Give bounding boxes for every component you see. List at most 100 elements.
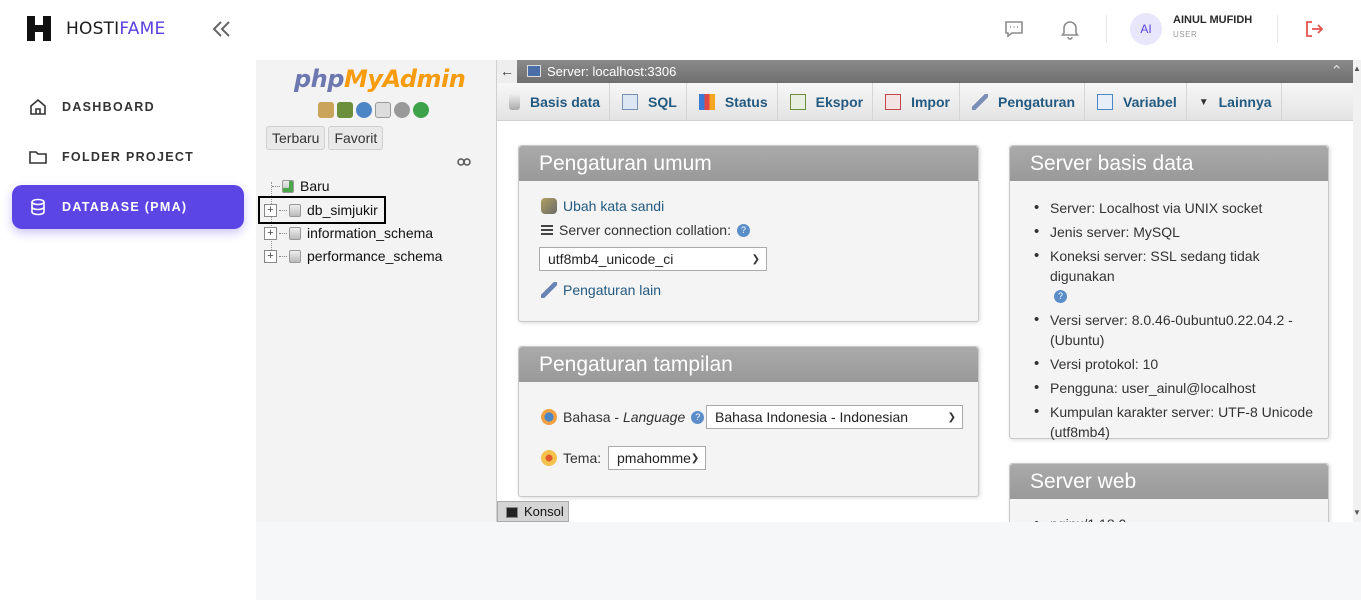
theme-label: Tema: [563, 450, 602, 466]
theme-row: Tema: [541, 450, 601, 466]
tab-databases[interactable]: Basis data [497, 83, 611, 121]
top-bar: HOSTIFAME AI AINUL MUFIDH USER [0, 0, 1361, 60]
tree-item-new[interactable]: Baru [272, 176, 330, 196]
pma-top-menu: Basis data SQL Status Ekspor Impor Penga… [497, 83, 1353, 121]
expand-icon[interactable]: + [264, 226, 277, 240]
list-item: Versi server: 8.0.46-0ubuntu0.22.04.2 - … [1032, 310, 1322, 350]
tree-item-information-schema[interactable]: + information_schema [264, 223, 433, 243]
logout-icon[interactable] [337, 102, 353, 118]
scroll-down-icon[interactable]: ▼ [1353, 508, 1361, 517]
tree-item-performance-schema[interactable]: + performance_schema [264, 246, 442, 266]
language-row: Bahasa - Language ? [541, 409, 705, 425]
database-icon [289, 249, 301, 263]
server-icon [527, 65, 541, 77]
back-arrow-icon[interactable]: ← [497, 60, 517, 83]
expand-icon[interactable]: + [264, 249, 277, 263]
home-icon [30, 98, 46, 115]
list-item: Koneksi server: SSL sedang tidak digunak… [1032, 246, 1322, 286]
sidebar-item-label: DATABASE (PMA) [62, 200, 188, 214]
collation-row: Server connection collation: ? [541, 222, 750, 238]
list-icon [541, 225, 553, 235]
list-item: Jenis server: MySQL [1032, 222, 1322, 242]
theme-select[interactable]: pmahomme ❯ [608, 446, 706, 470]
tab-more[interactable]: ▼ Lainnya [1187, 83, 1282, 121]
settings-icon[interactable] [394, 102, 410, 118]
selection-highlight-box [258, 196, 386, 224]
database-server-list: Server: Localhost via UNIX socket Jenis … [1032, 198, 1322, 442]
export-icon [789, 94, 806, 110]
link-icon[interactable] [457, 157, 471, 167]
tab-sql[interactable]: SQL [610, 83, 687, 121]
tab-status[interactable]: Status [687, 83, 778, 121]
collapse-up-icon[interactable]: ⌃ [1330, 60, 1343, 83]
tab-settings[interactable]: Pengaturan [960, 83, 1085, 121]
key-icon [541, 198, 557, 214]
sidebar-item-database[interactable]: DATABASE (PMA) [12, 185, 244, 229]
collation-select[interactable]: utf8mb4_unicode_ci ❯ [539, 247, 767, 271]
help-icon[interactable]: ? [737, 223, 750, 237]
tree-item-label: Baru [300, 178, 330, 194]
phpmyadmin-logo[interactable]: phpMyAdmin [294, 65, 466, 93]
phpmyadmin-frame: phpMyAdmin Terbaru Favorit Baru + db_sim… [256, 60, 1361, 522]
content-background [256, 522, 1361, 600]
change-password-link[interactable]: Ubah kata sandi [563, 198, 664, 214]
language-select[interactable]: Bahasa Indonesia - Indonesian ❯ [706, 405, 963, 429]
sidebar-item-folder-project[interactable]: FOLDER PROJECT [12, 135, 244, 179]
avatar[interactable]: AI [1130, 13, 1162, 45]
tab-export[interactable]: Ekspor [778, 83, 874, 121]
tree-item-label: performance_schema [307, 248, 443, 264]
list-item: Pengguna: user_ainul@localhost [1032, 378, 1322, 398]
sidebar-item-label: FOLDER PROJECT [62, 150, 195, 164]
help-icon[interactable] [356, 102, 372, 118]
sidebar-item-label: DASHBOARD [62, 100, 155, 114]
panel-title: Pengaturan tampilan [519, 347, 978, 382]
home-icon[interactable] [318, 102, 334, 118]
collapse-sidebar-icon[interactable] [210, 17, 234, 41]
language-icon [541, 409, 557, 425]
brand[interactable]: HOSTIFAME [26, 15, 165, 42]
help-icon[interactable]: ? [1054, 289, 1067, 303]
language-label: Bahasa - Language [563, 409, 686, 425]
sidebar-item-dashboard[interactable]: DASHBOARD [12, 85, 244, 129]
scrollbar[interactable]: ▲ ▼ [1353, 60, 1361, 522]
chevron-down-icon: ▼ [1198, 96, 1209, 108]
status-chart-icon [698, 94, 715, 110]
list-item: Kumpulan karakter server: UTF-8 Unicode … [1032, 402, 1322, 442]
server-title[interactable]: Server: localhost:3306 [547, 60, 676, 83]
list-item: Versi protokol: 10 [1032, 354, 1322, 374]
database-server-panel: Server basis data Server: Localhost via … [1009, 145, 1329, 442]
database-icon [509, 94, 520, 110]
web-server-panel: Server web nginx/1.18.0 [1009, 463, 1329, 522]
web-server-list: nginx/1.18.0 [1032, 514, 1332, 522]
bell-icon[interactable] [1059, 18, 1081, 40]
hostifame-logo-icon [27, 16, 51, 41]
pma-quick-icons [318, 102, 429, 118]
chevron-down-icon: ❯ [751, 253, 760, 265]
chevron-down-icon: ❯ [690, 452, 700, 464]
panel-title: Pengaturan umum [519, 146, 978, 181]
general-settings-panel: Pengaturan umum Ubah kata sandi Server c… [518, 145, 979, 322]
tree-connector [279, 232, 287, 234]
appearance-settings-panel: Pengaturan tampilan Bahasa - Language ? … [518, 346, 979, 497]
message-icon[interactable] [1003, 18, 1025, 40]
server-breadcrumb-bar: ← Server: localhost:3306 ⌃ [497, 60, 1353, 83]
tab-recent[interactable]: Terbaru [266, 126, 326, 150]
tab-favorites[interactable]: Favorit [328, 126, 384, 150]
docs-icon[interactable] [375, 102, 391, 118]
scroll-up-icon[interactable]: ▲ [1353, 64, 1361, 73]
folder-icon [29, 151, 47, 164]
wrench-icon [971, 94, 988, 110]
variables-icon [1097, 94, 1113, 110]
logout-icon[interactable] [1303, 18, 1325, 40]
list-item: nginx/1.18.0 [1032, 514, 1332, 522]
more-settings-link[interactable]: Pengaturan lain [563, 282, 661, 298]
divider [1277, 15, 1278, 43]
console-button[interactable]: Konsol [497, 501, 569, 522]
chevron-down-icon: ❯ [947, 411, 956, 423]
help-icon[interactable]: ? [691, 410, 705, 424]
import-icon [885, 94, 902, 110]
reload-icon[interactable] [413, 102, 429, 118]
tab-variables[interactable]: Variabel [1085, 83, 1187, 121]
theme-palette-icon [541, 450, 557, 466]
tab-import[interactable]: Impor [873, 83, 960, 121]
